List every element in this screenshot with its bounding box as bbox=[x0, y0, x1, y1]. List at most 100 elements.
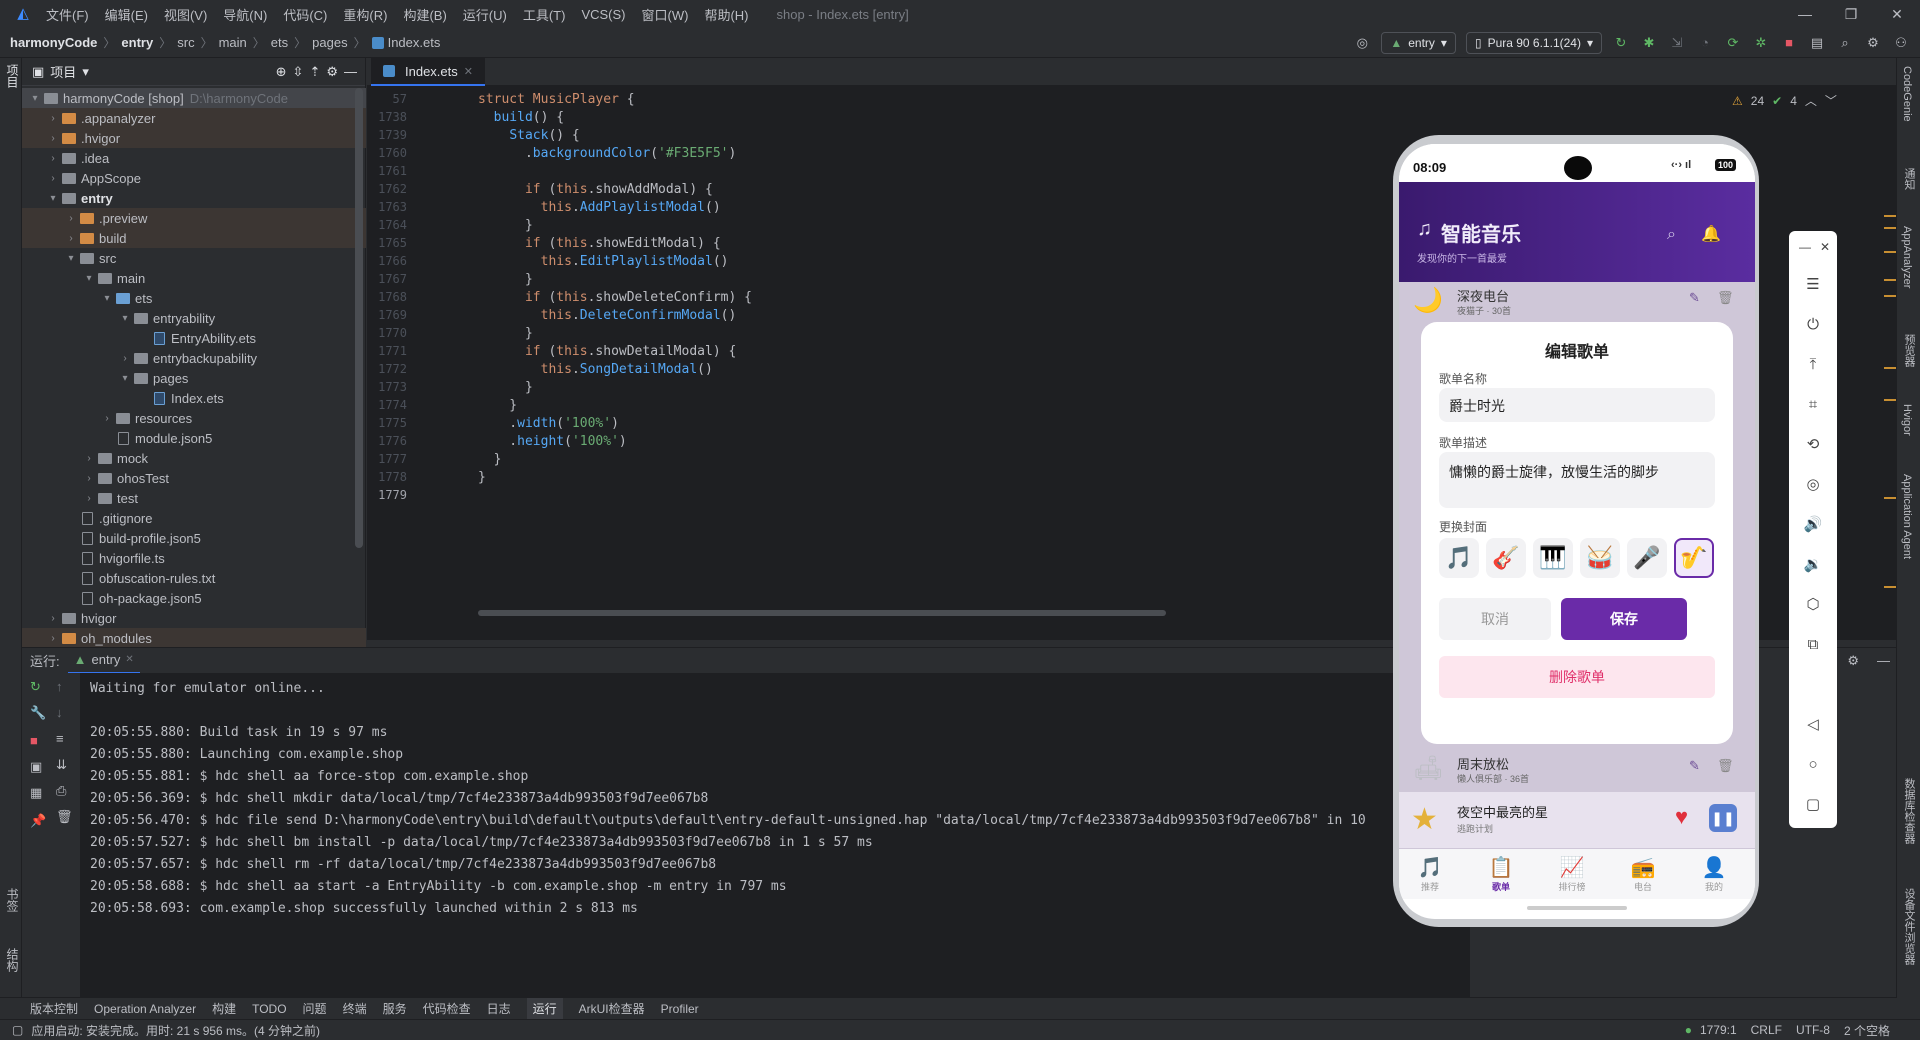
line-number[interactable]: 1766 bbox=[367, 254, 407, 268]
device-file-browser-tool-button[interactable]: 设备文件浏览器 bbox=[1901, 888, 1917, 965]
cursor-position[interactable]: 1779:1 bbox=[1700, 1023, 1737, 1037]
line-number[interactable]: 57 bbox=[367, 92, 407, 106]
trash-icon[interactable]: 🗑 bbox=[1717, 758, 1734, 774]
tree-item[interactable]: ▾ harmonyCode [shop] D:\harmonyCode bbox=[22, 88, 366, 108]
line-number[interactable]: 1776 bbox=[367, 434, 407, 448]
menu-run[interactable]: 运行(U) bbox=[463, 5, 507, 24]
line-number[interactable]: 1767 bbox=[367, 272, 407, 286]
cover-option-guitar-icon[interactable]: 🎸 bbox=[1486, 538, 1526, 578]
tree-item[interactable]: ▾ entry bbox=[22, 188, 366, 208]
tab-profile[interactable]: 👤 我的 bbox=[1689, 855, 1739, 893]
tree-item[interactable]: ▾ entryability bbox=[22, 308, 366, 328]
previewer-tool-button[interactable]: 预览器 bbox=[1901, 334, 1917, 367]
appanalyzer-tool-button[interactable]: AppAnalyzer bbox=[1901, 226, 1913, 288]
code-line[interactable]: } bbox=[478, 398, 517, 413]
settings-icon[interactable]: ⚙ bbox=[1864, 34, 1882, 52]
menu-window[interactable]: 窗口(W) bbox=[642, 5, 689, 24]
back-icon[interactable]: ◁ bbox=[1801, 713, 1825, 737]
chevron-right-icon[interactable]: › bbox=[82, 493, 96, 504]
chevron-right-icon[interactable]: › bbox=[82, 473, 96, 484]
code-line[interactable]: } bbox=[478, 218, 533, 233]
scroll-marker[interactable] bbox=[1884, 215, 1896, 217]
profile-icon[interactable]: ◔ bbox=[1696, 34, 1714, 52]
minimize-icon[interactable]: — bbox=[1782, 0, 1828, 28]
line-number[interactable]: 1775 bbox=[367, 416, 407, 430]
scroll-marker[interactable] bbox=[1884, 586, 1896, 588]
save-button[interactable]: 保存 bbox=[1561, 598, 1687, 640]
edit-icon[interactable]: ✎ bbox=[1689, 290, 1700, 306]
chevron-down-icon[interactable]: ▾ bbox=[64, 253, 78, 264]
tree-item[interactable]: ▾ pages bbox=[22, 368, 366, 388]
chevron-right-icon[interactable]: › bbox=[46, 613, 60, 624]
tree-item[interactable]: oh-package.json5 bbox=[22, 588, 366, 608]
chevron-right-icon[interactable]: › bbox=[118, 353, 132, 364]
breadcrumb-main[interactable]: main bbox=[219, 35, 247, 50]
tree-item[interactable]: Index.ets bbox=[22, 388, 366, 408]
restore-icon[interactable]: ❐ bbox=[1828, 0, 1874, 28]
rerun-icon[interactable]: ↻ bbox=[1612, 34, 1630, 52]
chevron-right-icon[interactable]: › bbox=[46, 153, 60, 164]
code-line[interactable]: } bbox=[478, 380, 533, 395]
chevron-right-icon[interactable]: › bbox=[100, 413, 114, 424]
close-tab-icon[interactable]: ✕ bbox=[464, 65, 473, 78]
scroll-up-icon[interactable]: ↑ bbox=[56, 679, 63, 694]
code-line[interactable]: if (this.showEditModal) { bbox=[478, 236, 721, 251]
chevron-right-icon[interactable]: › bbox=[46, 113, 60, 124]
tree-item[interactable]: build-profile.json5 bbox=[22, 528, 366, 548]
code-line[interactable]: } bbox=[478, 452, 502, 467]
menu-edit[interactable]: 编辑(E) bbox=[105, 5, 148, 24]
cover-option-sax-icon[interactable]: 🎷 bbox=[1674, 538, 1714, 578]
breadcrumb-src[interactable]: src bbox=[177, 35, 194, 50]
bookmarks-tool-button[interactable]: 书签 bbox=[4, 888, 21, 912]
tab-playlists[interactable]: 📋 歌单 bbox=[1476, 855, 1526, 893]
close-tab-icon[interactable]: ✕ bbox=[125, 654, 133, 665]
line-number[interactable]: 1778 bbox=[367, 470, 407, 484]
hot-reload-icon[interactable]: ✲ bbox=[1752, 34, 1770, 52]
emulator-screen[interactable]: 08:09 ‹·› ıl 100 ♫ 智能音乐 发现你的下一首最爱 ⌕ 🔔 🌙 … bbox=[1399, 144, 1755, 919]
line-separator[interactable]: CRLF bbox=[1751, 1023, 1782, 1037]
tool-code-inspection[interactable]: 代码检查 bbox=[423, 1000, 471, 1017]
chevron-down-icon[interactable]: ▾ bbox=[46, 193, 60, 204]
chevron-down-icon[interactable]: ▾ bbox=[28, 93, 42, 104]
stop-icon[interactable]: ■ bbox=[1780, 34, 1798, 52]
chevron-right-icon[interactable]: › bbox=[64, 213, 78, 224]
inspection-widget[interactable]: ⚠ 24 ✔ 4 ︿ ﹀ bbox=[1732, 92, 1837, 109]
line-number[interactable]: 1768 bbox=[367, 290, 407, 304]
device-manager-icon[interactable]: ▤ bbox=[1808, 34, 1826, 52]
rotate-icon[interactable]: ⟲ bbox=[1801, 433, 1825, 457]
code-line[interactable]: this.AddPlaylistModal() bbox=[478, 200, 721, 215]
trash-icon[interactable]: 🗑 bbox=[1717, 290, 1734, 306]
scroll-down-icon[interactable]: ↓ bbox=[56, 705, 63, 720]
power-icon[interactable]: ⏻ bbox=[1801, 313, 1825, 337]
volume-up-icon[interactable]: 🔊 bbox=[1801, 513, 1825, 537]
chevron-down-icon[interactable]: ▾ bbox=[118, 373, 132, 384]
search-icon[interactable]: ⌕ bbox=[1667, 226, 1676, 244]
next-problem-icon[interactable]: ﹀ bbox=[1825, 92, 1837, 109]
code-line[interactable]: } bbox=[478, 272, 533, 287]
target-icon[interactable]: ◎ bbox=[1353, 34, 1371, 52]
crop-icon[interactable]: ⌗ bbox=[1801, 393, 1825, 417]
tree-item[interactable]: › ohosTest bbox=[22, 468, 366, 488]
tree-item[interactable]: ▾ src bbox=[22, 248, 366, 268]
fold-icon[interactable]: ⬡ bbox=[1801, 593, 1825, 617]
playlist-name-input[interactable]: 爵士时光 bbox=[1439, 388, 1715, 422]
breadcrumb-project[interactable]: harmonyCode bbox=[10, 35, 97, 50]
collapse-all-icon[interactable]: ⇡ bbox=[309, 64, 320, 80]
attach-debugger-icon[interactable]: ⇲ bbox=[1668, 34, 1686, 52]
tool-services[interactable]: 服务 bbox=[383, 1000, 407, 1017]
tool-run[interactable]: 运行 bbox=[526, 998, 563, 1019]
cover-option-piano-icon[interactable]: 🎹 bbox=[1533, 538, 1573, 578]
apply-changes-icon[interactable]: ⟳ bbox=[1724, 34, 1742, 52]
status-toggle-icon[interactable]: ▢ bbox=[12, 1023, 23, 1037]
scroll-marker[interactable] bbox=[1884, 367, 1896, 369]
tree-item[interactable]: › oh_modules bbox=[22, 628, 366, 648]
wrench-icon[interactable]: 🔧 bbox=[30, 705, 46, 721]
hvigor-tool-button[interactable]: Hvigor bbox=[1901, 404, 1913, 436]
code-line[interactable]: } bbox=[478, 326, 533, 341]
line-number[interactable]: 1771 bbox=[367, 344, 407, 358]
codegenie-tool-button[interactable]: CodeGenie bbox=[1901, 66, 1913, 122]
tool-profiler[interactable]: Profiler bbox=[661, 1002, 699, 1016]
notifications-tool-button[interactable]: 通知 bbox=[1901, 168, 1917, 190]
soft-wrap-icon[interactable]: ≡ bbox=[56, 731, 64, 746]
line-number[interactable]: 1774 bbox=[367, 398, 407, 412]
